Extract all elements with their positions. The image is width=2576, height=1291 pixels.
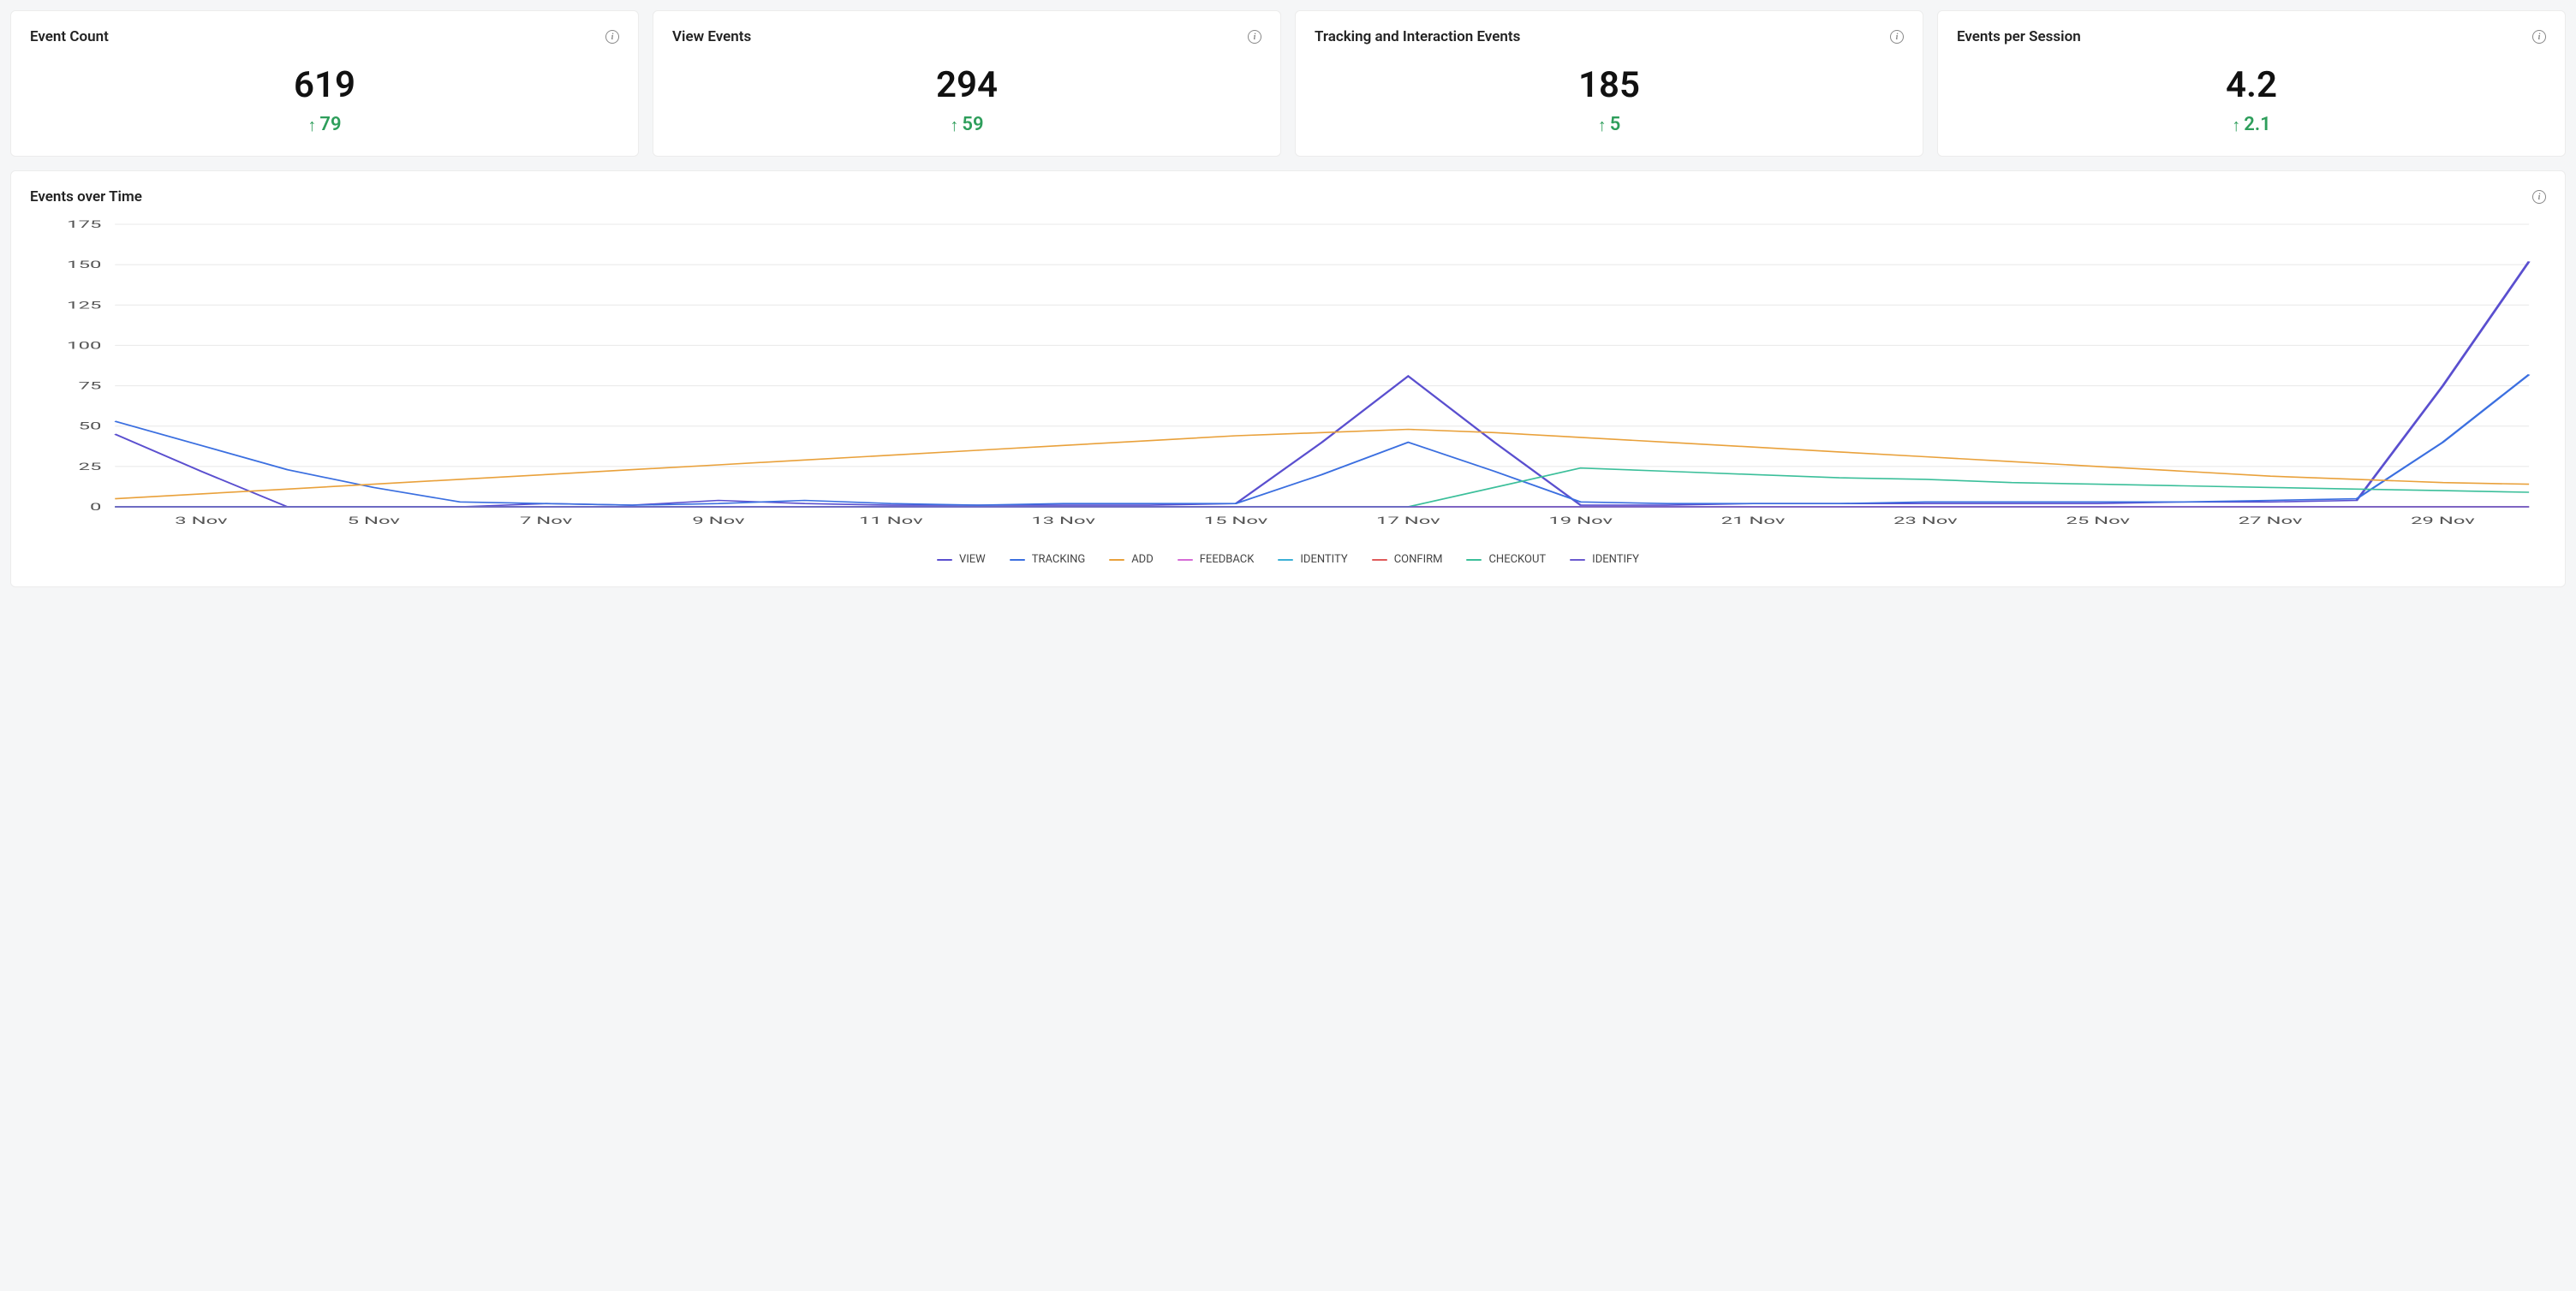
events-over-time-card: Events over Time i 0 25 50 75 100 125 150 175 3 …: [10, 170, 2566, 587]
svg-text:3 Nov: 3 Nov: [175, 515, 227, 527]
svg-text:7 Nov: 7 Nov: [520, 515, 572, 527]
svg-text:9 Nov: 9 Nov: [692, 515, 744, 527]
legend-item-identity[interactable]: IDENTITY: [1278, 553, 1347, 566]
info-icon[interactable]: i: [1248, 30, 1261, 44]
svg-text:21 Nov: 21 Nov: [1721, 515, 1786, 527]
svg-text:11 Nov: 11 Nov: [859, 515, 923, 527]
legend-label: VIEW: [959, 553, 986, 566]
legend-swatch-icon: [1010, 559, 1025, 561]
legend-swatch-icon: [1372, 559, 1387, 561]
legend-swatch-icon: [1178, 559, 1193, 561]
legend-item-confirm[interactable]: CONFIRM: [1372, 553, 1443, 566]
kpi-title: View Events: [672, 28, 751, 45]
kpi-delta-value: 2.1: [2244, 114, 2270, 135]
line-chart: 0 25 50 75 100 125 150 175 3 Nov 5 Nov 7 Nov 9 Nov 1…: [30, 216, 2546, 541]
kpi-card: Event Count i 619 ↑79: [10, 10, 639, 157]
svg-text:125: 125: [67, 300, 101, 312]
kpi-delta-value: 5: [1610, 114, 1621, 135]
kpi-delta-value: 79: [319, 114, 341, 135]
chart-legend: VIEW TRACKING ADD FEEDBACK IDENTITY CONFIRM CH…: [30, 553, 2546, 566]
svg-text:17 Nov: 17 Nov: [1376, 515, 1440, 527]
svg-text:150: 150: [67, 259, 101, 271]
kpi-title: Events per Session: [1957, 28, 2081, 45]
series-add: [115, 430, 2529, 499]
info-icon[interactable]: i: [2532, 30, 2546, 44]
svg-text:25: 25: [79, 461, 102, 473]
kpi-row: Event Counti619↑79View Eventsi294↑59Trac…: [10, 10, 2566, 157]
legend-item-feedback[interactable]: FEEDBACK: [1178, 553, 1255, 566]
chart-area: 0 25 50 75 100 125 150 175 3 Nov 5 Nov 7 Nov 9 Nov 1…: [30, 216, 2546, 541]
kpi-delta-value: 59: [962, 114, 983, 135]
svg-text:50: 50: [79, 420, 102, 432]
kpi-delta: ↑5: [1315, 114, 1904, 135]
svg-text:75: 75: [79, 380, 102, 392]
legend-swatch-icon: [1109, 559, 1124, 561]
kpi-delta: ↑59: [672, 114, 1261, 135]
arrow-up-icon: ↑: [1598, 116, 1607, 134]
legend-item-add[interactable]: ADD: [1109, 553, 1154, 566]
kpi-card: View Events i 294 ↑59: [653, 10, 1281, 157]
legend-swatch-icon: [937, 559, 952, 561]
legend-item-checkout[interactable]: CHECKOUT: [1466, 553, 1546, 566]
kpi-title: Event Count: [30, 28, 109, 45]
legend-label: CHECKOUT: [1488, 553, 1546, 566]
kpi-header: View Events i: [672, 28, 1261, 45]
svg-text:25 Nov: 25 Nov: [2066, 515, 2130, 527]
arrow-up-icon: ↑: [950, 116, 958, 134]
svg-text:100: 100: [67, 340, 101, 352]
kpi-card: Tracking and Interaction Events i 185 ↑5: [1295, 10, 1923, 157]
kpi-delta: ↑2.1: [1957, 114, 2546, 135]
kpi-value: 294: [672, 66, 1261, 105]
svg-text:19 Nov: 19 Nov: [1548, 515, 1613, 527]
kpi-header: Tracking and Interaction Events i: [1315, 28, 1904, 45]
info-icon[interactable]: i: [605, 30, 619, 44]
kpi-value: 185: [1315, 66, 1904, 105]
info-icon[interactable]: i: [2532, 190, 2546, 204]
legend-label: CONFIRM: [1394, 553, 1443, 566]
legend-label: ADD: [1131, 553, 1154, 566]
chart-header: Events over Time i: [30, 188, 2546, 205]
svg-text:5 Nov: 5 Nov: [348, 515, 400, 527]
svg-text:13 Nov: 13 Nov: [1031, 515, 1095, 527]
kpi-card: Events per Session i 4.2 ↑2.1: [1937, 10, 2566, 157]
legend-label: IDENTIFY: [1592, 553, 1639, 566]
legend-swatch-icon: [1570, 559, 1585, 561]
kpi-title: Tracking and Interaction Events: [1315, 28, 1520, 45]
kpi-header: Events per Session i: [1957, 28, 2546, 45]
svg-text:175: 175: [67, 218, 101, 230]
legend-item-identify[interactable]: IDENTIFY: [1570, 553, 1639, 566]
arrow-up-icon: ↑: [2232, 116, 2240, 134]
legend-label: FEEDBACK: [1200, 553, 1255, 566]
legend-item-tracking[interactable]: TRACKING: [1010, 553, 1085, 566]
chart-title: Events over Time: [30, 188, 142, 205]
kpi-delta: ↑79: [30, 114, 619, 135]
svg-text:0: 0: [90, 501, 101, 513]
svg-text:29 Nov: 29 Nov: [2411, 515, 2475, 527]
arrow-up-icon: ↑: [307, 116, 316, 134]
kpi-value: 4.2: [1957, 66, 2546, 105]
info-icon[interactable]: i: [1890, 30, 1904, 44]
legend-label: IDENTITY: [1300, 553, 1347, 566]
svg-text:15 Nov: 15 Nov: [1204, 515, 1268, 527]
svg-text:27 Nov: 27 Nov: [2239, 515, 2303, 527]
svg-text:23 Nov: 23 Nov: [1893, 515, 1958, 527]
kpi-header: Event Count i: [30, 28, 619, 45]
legend-item-view[interactable]: VIEW: [937, 553, 986, 566]
legend-label: TRACKING: [1032, 553, 1085, 566]
legend-swatch-icon: [1466, 559, 1482, 561]
kpi-value: 619: [30, 66, 619, 105]
legend-swatch-icon: [1278, 559, 1293, 561]
